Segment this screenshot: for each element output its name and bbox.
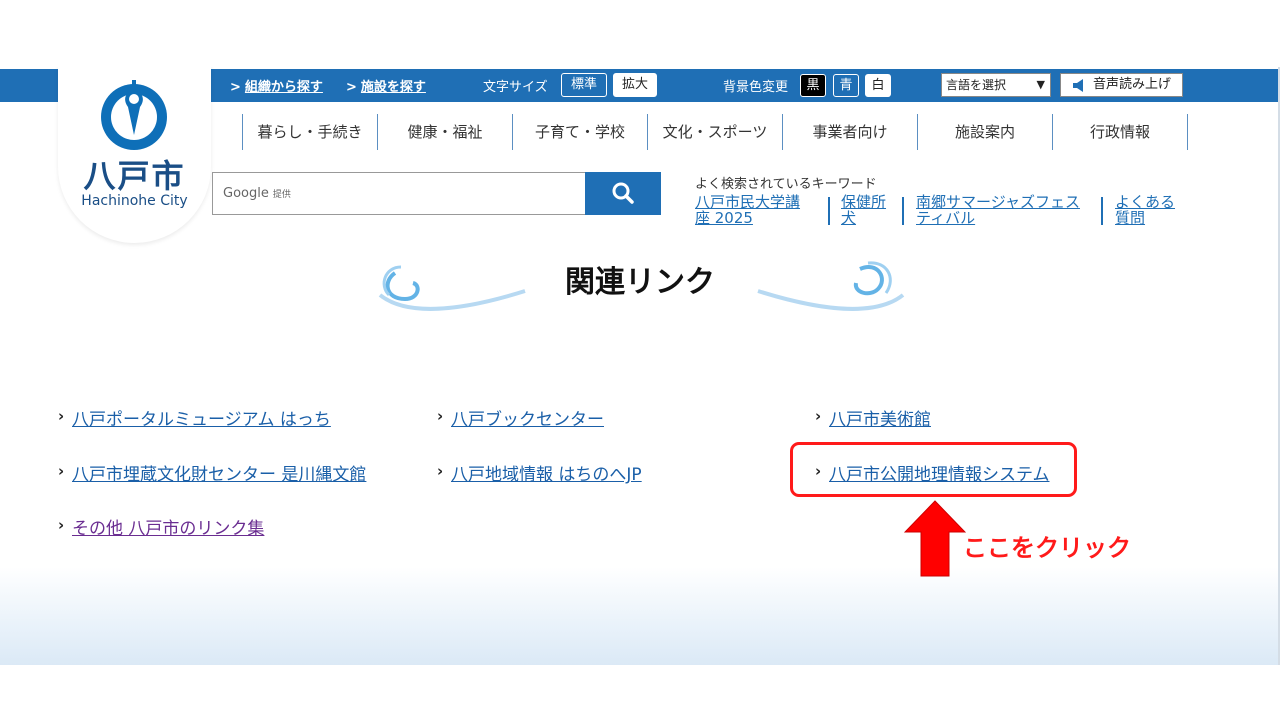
nav-item-administration[interactable]: 行政情報 [1053,114,1187,150]
keyword-link-health-center-dog[interactable]: 保健所犬 [841,194,886,226]
search-input[interactable]: Google 提供 [212,172,586,215]
nav-item-culture[interactable]: 文化・スポーツ [648,114,782,150]
font-size-label: 文字サイズ [483,80,548,95]
chevron-right-icon: › [58,407,65,425]
webpage: 八戸市 Hachinohe City > 組織から探す > 施設を探す 文字サイズ … [0,67,1280,665]
keyword-separator [902,197,904,225]
logo-english-name: Hachinohe City [81,193,188,209]
chevron-right-icon: › [58,462,65,480]
keyword-link-jazz-festival[interactable]: 南郷サマージャズフェス ティバル [916,194,1080,226]
chevron-right-icon: › [58,516,65,534]
chevron-down-icon: ▼ [1036,78,1045,91]
chevron-right-icon: › [815,407,822,425]
google-search-brand: Google 提供 [223,186,291,201]
keyword-separator [1101,197,1103,225]
chevron-right-icon: > [230,80,241,95]
screenshot: 八戸市 Hachinohe City > 組織から探す > 施設を探す 文字サイズ … [0,0,1280,720]
chevron-right-icon: › [437,462,444,480]
nav-item-business[interactable]: 事業者向け [783,114,917,150]
link-art-museum[interactable]: 八戸市美術館 [829,405,931,430]
link-search-by-organization[interactable]: > 組織から探す [230,76,323,95]
nav-item-health[interactable]: 健康・福祉 [378,114,512,150]
link-hacchi-portal-museum[interactable]: 八戸ポータルミュージアム はっち [72,405,331,430]
search-icon [612,182,634,204]
logo-japanese-name: 八戸市 [83,157,186,195]
link-hachinohe-jp[interactable]: 八戸地域情報 はちのへJP [451,460,642,485]
search-button[interactable] [585,172,661,215]
link-hachinohe-book-center[interactable]: 八戸ブックセンター [451,405,604,430]
link-search-facilities[interactable]: > 施設を探す [346,76,426,95]
bg-blue-button[interactable]: 青 [833,74,859,97]
popular-keywords-title: よく検索されているキーワード [695,177,877,192]
nav-divider [1187,114,1188,150]
nav-item-living[interactable]: 暮らし・手続き [243,114,377,150]
nav-item-facilities[interactable]: 施設案内 [918,114,1052,150]
annotation-text: ここをクリック [963,534,1131,562]
site-logo[interactable]: 八戸市 Hachinohe City [58,67,211,243]
font-size-standard-button[interactable]: 標準 [561,73,607,97]
chevron-right-icon: › [437,407,444,425]
font-size-large-button[interactable]: 拡大 [613,73,657,97]
read-aloud-button[interactable]: 音声読み上げ [1060,73,1183,97]
background-gradient [0,567,1278,665]
annotation-highlight-box [790,442,1077,497]
link-other-links[interactable]: その他 八戸市のリンク集 [72,514,264,539]
arrow-up-icon [904,500,966,577]
chevron-right-icon: > [346,80,357,95]
bg-white-button[interactable]: 白 [865,74,891,97]
nav-item-childcare[interactable]: 子育て・学校 [513,114,647,150]
keyword-link-faq[interactable]: よくある 質問 [1115,194,1175,226]
keyword-link-citizens-college[interactable]: 八戸市民大学講座 2025 [695,194,800,226]
keyword-separator [828,197,830,225]
page-title: 関連リンク [565,265,715,300]
speaker-icon [1073,79,1083,92]
link-korekawa-jomon-center[interactable]: 八戸市埋蔵文化財センター 是川縄文館 [72,460,366,485]
language-select[interactable]: 言語を選択 ▼ [941,73,1051,97]
bg-color-label: 背景色変更 [723,80,789,95]
city-emblem-icon [101,80,167,150]
bg-black-button[interactable]: 黒 [800,74,826,97]
